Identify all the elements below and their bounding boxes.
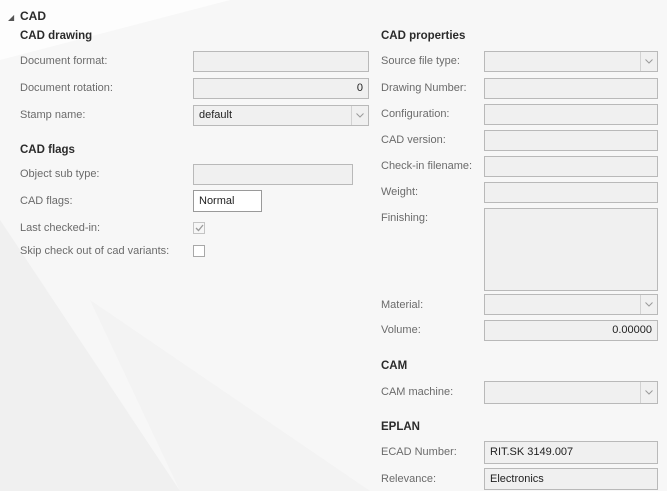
drawing-number-field[interactable] — [484, 78, 658, 99]
cam-heading: CAM — [381, 360, 408, 372]
chevron-down-icon[interactable] — [640, 295, 657, 314]
cam-machine-dropdown[interactable] — [484, 381, 658, 404]
relevance-label: Relevance: — [381, 473, 437, 485]
document-format-label: Document format: — [20, 55, 108, 67]
collapse-triangle-icon[interactable]: ◢ — [8, 13, 14, 22]
cad-flags-value[interactable]: Normal — [193, 190, 262, 212]
relevance-field[interactable]: Electronics — [484, 468, 658, 490]
volume-field[interactable]: 0.00000 — [484, 320, 658, 341]
document-format-field[interactable] — [193, 51, 369, 72]
source-file-type-dropdown[interactable] — [484, 51, 658, 72]
chevron-down-icon[interactable] — [640, 52, 657, 71]
checkin-filename-field[interactable] — [484, 156, 658, 177]
volume-label: Volume: — [381, 324, 421, 336]
stamp-name-dropdown[interactable]: default — [193, 105, 369, 126]
section-title: CAD — [20, 9, 46, 23]
material-label: Material: — [381, 299, 424, 311]
checkmark-icon — [195, 224, 204, 232]
ecad-number-field[interactable]: RIT.SK 3149.007 — [484, 441, 658, 464]
skip-checkout-label: Skip check out of cad variants: — [20, 245, 170, 257]
cad-flags-label: CAD flags: — [20, 195, 73, 207]
cad-flags-heading: CAD flags — [20, 144, 75, 156]
chevron-down-icon[interactable] — [640, 382, 657, 403]
source-file-type-label: Source file type: — [381, 55, 460, 67]
finishing-textarea[interactable] — [484, 208, 658, 291]
ecad-number-label: ECAD Number: — [381, 446, 457, 458]
stamp-name-label: Stamp name: — [20, 109, 86, 121]
document-rotation-field[interactable]: 0 — [193, 78, 369, 99]
cad-drawing-heading: CAD drawing — [20, 30, 93, 42]
cam-machine-label: CAM machine: — [381, 386, 454, 398]
configuration-label: Configuration: — [381, 108, 450, 120]
drawing-number-label: Drawing Number: — [381, 82, 467, 94]
cad-version-field[interactable] — [484, 130, 658, 151]
cad-properties-heading: CAD properties — [381, 30, 466, 42]
last-checked-in-checkbox[interactable] — [193, 222, 205, 234]
last-checked-in-label: Last checked-in: — [20, 222, 101, 234]
chevron-down-icon[interactable] — [351, 106, 368, 125]
configuration-field[interactable] — [484, 104, 658, 125]
cad-version-label: CAD version: — [381, 134, 446, 146]
object-sub-type-label: Object sub type: — [20, 168, 100, 180]
object-sub-type-field[interactable] — [193, 164, 353, 185]
weight-label: Weight: — [381, 186, 419, 198]
material-dropdown[interactable] — [484, 294, 658, 315]
eplan-heading: EPLAN — [381, 421, 420, 433]
weight-field[interactable] — [484, 182, 658, 203]
stamp-name-value: default — [199, 109, 233, 121]
skip-checkout-checkbox[interactable] — [193, 245, 205, 257]
checkin-filename-label: Check-in filename: — [381, 160, 473, 172]
document-rotation-label: Document rotation: — [20, 82, 113, 94]
finishing-label: Finishing: — [381, 212, 429, 224]
